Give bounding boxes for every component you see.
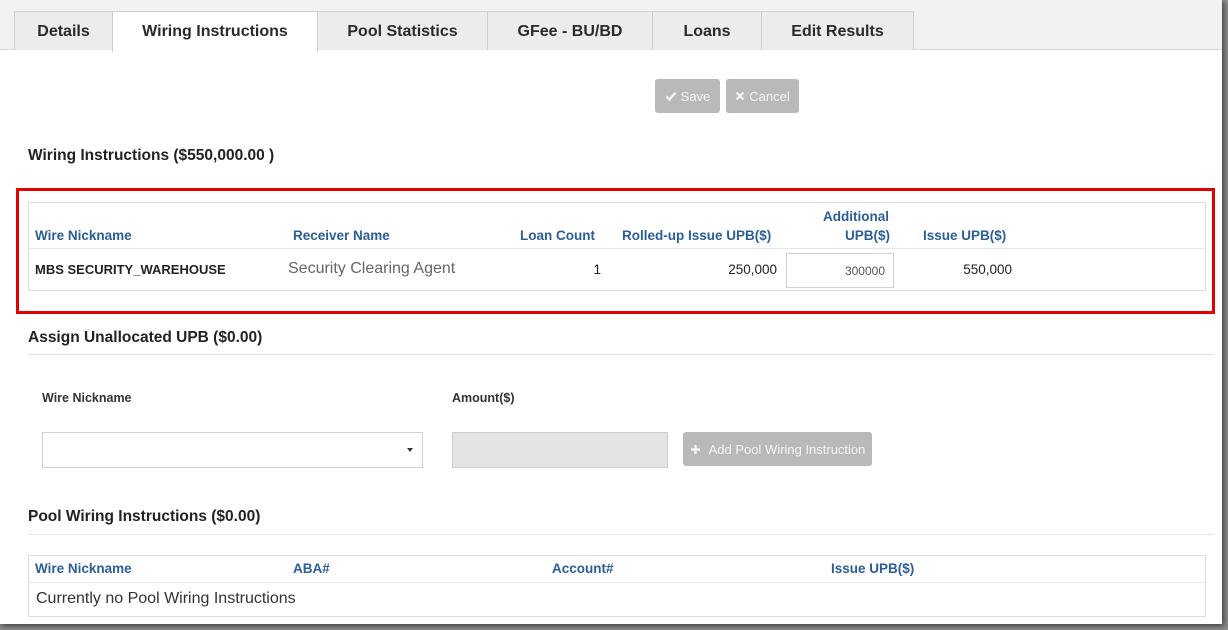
close-icon <box>735 91 745 101</box>
wire-nickname-label: Wire Nickname <box>42 391 132 405</box>
wiring-table: Wire Nickname Receiver Name Loan Count R… <box>28 202 1206 291</box>
col-receiver-name: Receiver Name <box>293 228 390 243</box>
tab-bar: Details Wiring Instructions Pool Statist… <box>0 0 1222 52</box>
tab-details[interactable]: Details <box>14 11 113 51</box>
assign-section-title: Assign Unallocated UPB ($0.00) <box>28 329 263 346</box>
col-loan-count: Loan Count <box>520 228 595 243</box>
save-button-label: Save <box>680 88 711 104</box>
pool-col-issue-upb: Issue UPB($) <box>831 561 915 576</box>
tab-gfee-bu-bd[interactable]: GFee - BU/BD <box>487 11 653 51</box>
row-wire-nickname: MBS SECURITY_WAREHOUSE <box>35 262 226 277</box>
pool-col-wire-nickname: Wire Nickname <box>35 561 132 576</box>
col-issue-upb: Issue UPB($) <box>923 228 1007 243</box>
row-rolled-up-upb: 250,000 <box>728 262 777 277</box>
plus-icon <box>690 444 700 454</box>
tab-content: Save Cancel Wiring Instructions ($550,00… <box>14 50 1214 624</box>
col-rolled-up-upb: Rolled-up Issue UPB($) <box>622 228 772 243</box>
wire-nickname-select[interactable] <box>42 432 423 468</box>
pool-col-aba: ABA# <box>293 561 330 576</box>
add-pool-wiring-instruction-button[interactable]: Add Pool Wiring Instruction <box>683 432 872 466</box>
save-button[interactable]: Save <box>655 79 720 113</box>
col-additional-upb-line2: UPB($) <box>845 228 891 243</box>
row-receiver-name: Security Clearing Agent <box>288 260 456 277</box>
check-icon <box>665 91 677 102</box>
cancel-button-label: Cancel <box>749 88 790 104</box>
wiring-section-title: Wiring Instructions ($550,000.00 ) <box>28 147 275 164</box>
cancel-button[interactable]: Cancel <box>726 79 799 113</box>
additional-upb-input[interactable]: 300000 <box>786 253 894 288</box>
pool-col-account: Account# <box>552 561 614 576</box>
assign-divider <box>28 354 1214 355</box>
tab-wiring-instructions[interactable]: Wiring Instructions <box>112 11 318 52</box>
chevron-down-icon <box>407 448 413 452</box>
col-additional-upb-line1: Additional <box>823 209 889 224</box>
amount-label: Amount($) <box>452 391 515 405</box>
tab-pool-statistics[interactable]: Pool Statistics <box>317 11 488 51</box>
row-loan-count: 1 <box>593 262 601 277</box>
pool-section-title: Pool Wiring Instructions ($0.00) <box>28 508 261 525</box>
pool-divider <box>28 534 1214 535</box>
add-button-label: Add Pool Wiring Instruction <box>708 441 866 457</box>
tab-loans[interactable]: Loans <box>652 11 762 51</box>
row-issue-upb: 550,000 <box>963 262 1012 277</box>
pool-wiring-table: Wire Nickname ABA# Account# Issue UPB($)… <box>28 555 1206 617</box>
tab-edit-results[interactable]: Edit Results <box>761 11 914 51</box>
window-frame: Details Wiring Instructions Pool Statist… <box>0 0 1222 624</box>
pool-empty-message: Currently no Pool Wiring Instructions <box>36 590 296 607</box>
col-wire-nickname: Wire Nickname <box>35 228 132 243</box>
amount-input[interactable] <box>452 432 668 468</box>
